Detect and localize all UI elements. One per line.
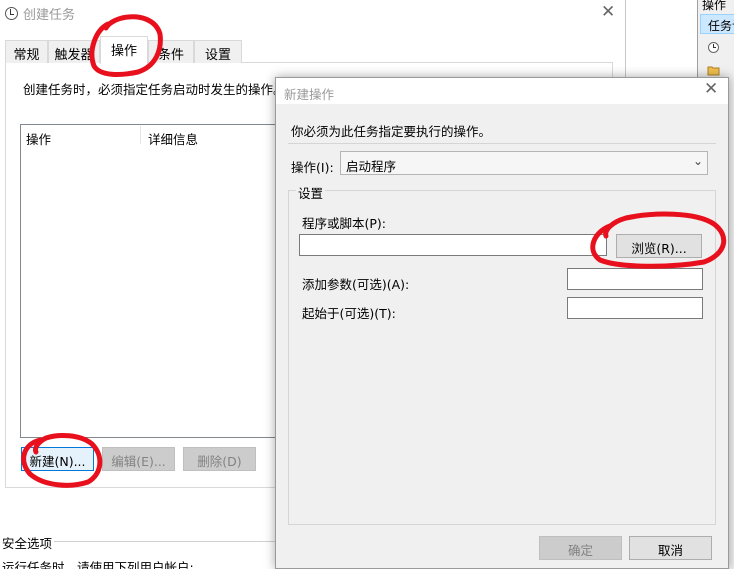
column-header-action[interactable]: 操作 [26, 129, 51, 148]
clock-icon [5, 7, 18, 20]
close-icon[interactable]: ✕ [704, 79, 718, 99]
column-header-details[interactable]: 详细信息 [148, 129, 198, 148]
program-input[interactable] [299, 234, 607, 256]
tab-settings[interactable]: 设置 [194, 40, 242, 63]
arguments-label: 添加参数(可选)(A): [302, 277, 410, 292]
edit-action-button[interactable]: 编辑(E)... [102, 447, 175, 471]
browse-button[interactable]: 浏览(R)... [616, 234, 702, 258]
security-options-label: 安全选项 [2, 536, 53, 551]
action-type-value: 启动程序 [346, 159, 397, 174]
new-action-button[interactable]: 新建(N)... [21, 447, 94, 471]
tab-general[interactable]: 常规 [5, 40, 48, 63]
column-separator[interactable] [140, 126, 141, 144]
close-icon[interactable]: ✕ [601, 2, 615, 22]
ok-button[interactable]: 确定 [539, 536, 622, 560]
action-type-label: 操作(I): [291, 160, 334, 175]
task-icon [708, 42, 719, 53]
folder-icon [707, 66, 720, 76]
actions-list[interactable] [20, 124, 290, 438]
settings-group-label: 设置 [296, 183, 326, 202]
dialog-description: 你必须为此任务指定要执行的操作。 [291, 124, 492, 139]
actions-description: 创建任务时，必须指定任务启动时发生的操作。 [23, 82, 286, 97]
security-account-text: 运行任务时，请使用下列用户帐户: [2, 560, 194, 569]
background-selected-label: 任务计 [708, 19, 734, 33]
start-in-label: 起始于(可选)(T): [302, 306, 396, 321]
cancel-button[interactable]: 取消 [629, 536, 712, 560]
description-divider [288, 143, 716, 144]
dialog-title-bar: 新建操作 ✕ [276, 78, 728, 104]
delete-action-button[interactable]: 删除(D) [183, 447, 256, 471]
dialog-title: 新建操作 [284, 87, 335, 102]
new-action-dialog: 新建操作 ✕ 你必须为此任务指定要执行的操作。 操作(I): 启动程序 ⌄ 设置… [275, 77, 729, 569]
background-selected-item[interactable]: 任务计 [700, 14, 734, 34]
action-type-select[interactable]: 启动程序 ⌄ [340, 151, 708, 175]
background-header: 操作 [702, 0, 727, 12]
tab-actions[interactable]: 操作 [100, 36, 148, 64]
dialog-title: 创建任务 [23, 8, 76, 23]
start-in-input[interactable] [567, 297, 703, 319]
chevron-down-icon: ⌄ [692, 154, 703, 168]
program-label: 程序或脚本(P): [302, 216, 387, 231]
tab-triggers[interactable]: 触发器 [48, 40, 100, 63]
security-divider [54, 541, 276, 542]
tab-conditions[interactable]: 条件 [148, 40, 194, 63]
arguments-input[interactable] [567, 268, 703, 290]
